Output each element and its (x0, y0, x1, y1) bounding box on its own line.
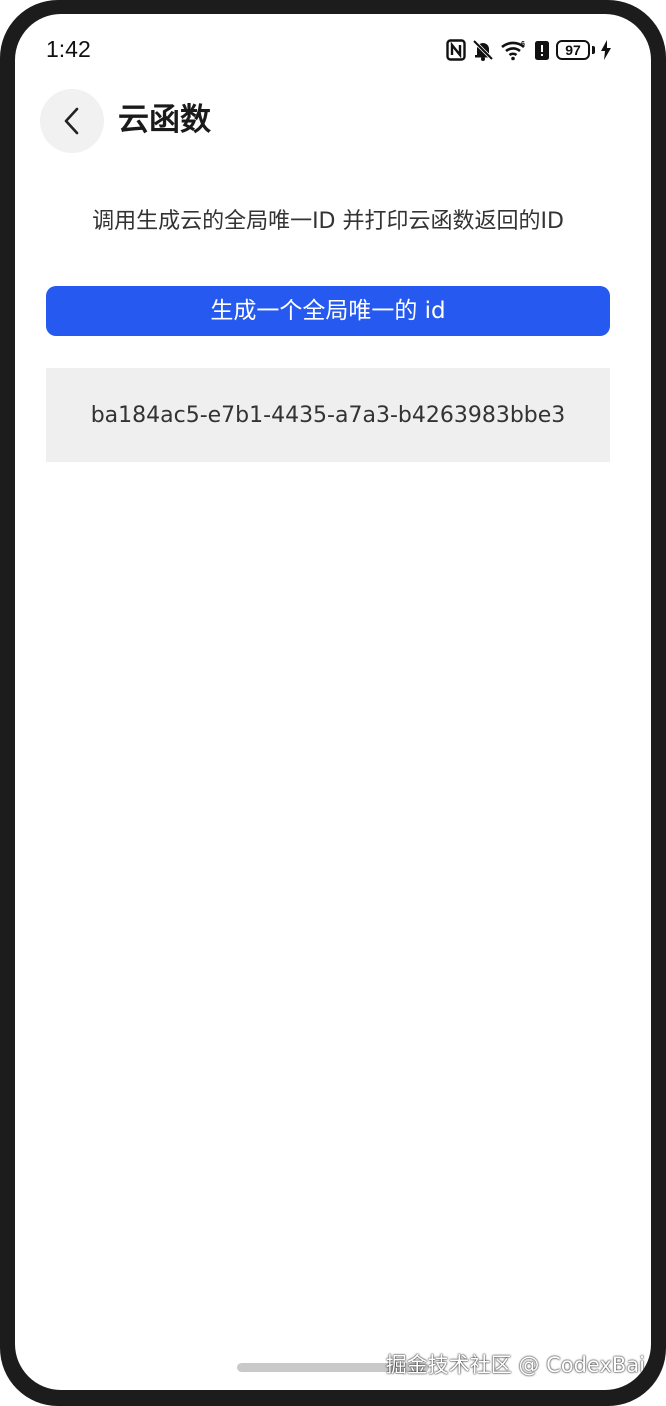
description-text: 调用生成云的全局唯一ID 并打印云函数返回的ID (92, 209, 564, 234)
status-time: 1:42 (46, 36, 91, 62)
svg-text:6: 6 (521, 41, 525, 48)
phone-screen: 1:42 6 97 云函数 调用生成云的全局唯一ID 并打印云函数返回的ID 生… (15, 14, 651, 1390)
chevron-left-icon (64, 107, 79, 135)
battery-icon: 97 (556, 40, 595, 60)
back-button[interactable] (40, 89, 104, 153)
battery-saver-icon (535, 41, 549, 60)
result-id-text: ba184ac5-e7b1-4435-a7a3-b4263983bbe3 (90, 402, 566, 428)
result-box: ba184ac5-e7b1-4435-a7a3-b4263983bbe3 (46, 368, 610, 462)
charging-icon (601, 40, 611, 60)
generate-id-button[interactable]: 生成一个全局唯一的 id (46, 286, 610, 336)
status-icons: 6 97 (446, 36, 611, 64)
wifi-icon: 6 (501, 41, 525, 61)
page-background: 1:42 6 97 云函数 调用生成云的全局唯一ID 并打印云函数返回的ID 生… (0, 0, 666, 1406)
battery-level: 97 (556, 40, 590, 60)
page-title: 云函数 (118, 102, 211, 138)
phone-frame: 1:42 6 97 云函数 调用生成云的全局唯一ID 并打印云函数返回的ID 生… (0, 0, 666, 1406)
mute-bell-icon (472, 39, 494, 61)
battery-tip (592, 46, 595, 54)
watermark-text: 掘金技术社区 @ CodexBai (385, 1353, 645, 1377)
nfc-icon (446, 39, 466, 61)
